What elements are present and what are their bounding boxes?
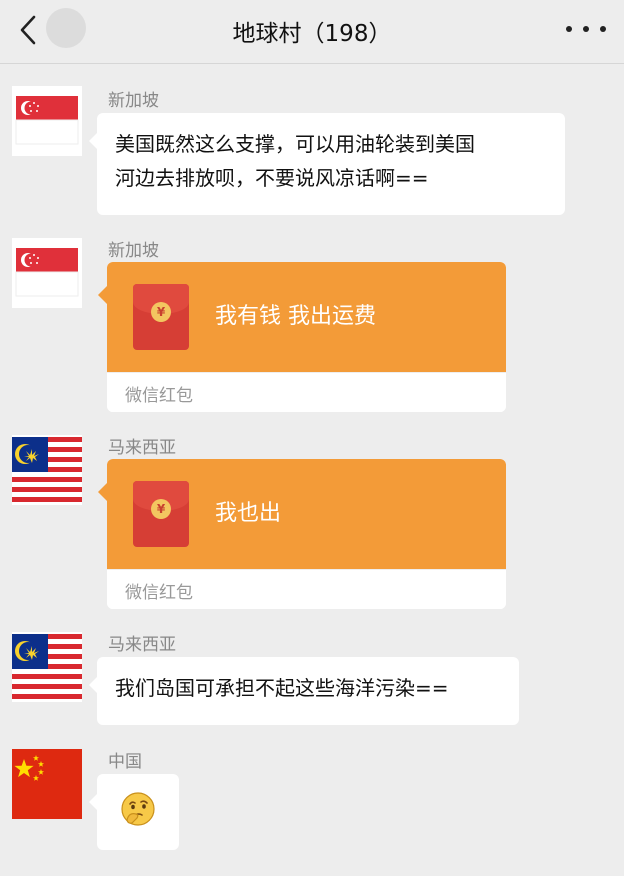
sender-name: 新加坡 [108, 91, 159, 111]
coin-icon: ¥ [151, 499, 171, 519]
emoji-message-bubble[interactable] [89, 774, 179, 850]
red-packet-footer: 微信红包 [107, 372, 506, 412]
red-packet-body: ¥ 我也出 [98, 459, 506, 569]
red-packet-message[interactable]: ¥ 我有钱 我出运费 微信红包 [98, 262, 506, 412]
message-text-line: 河边去排放呗，不要说风凉话啊== [115, 166, 429, 190]
red-packet-label: 微信红包 [125, 583, 193, 603]
red-packet-message[interactable]: ¥ 我也出 微信红包 [98, 459, 506, 609]
avatar-singapore-flag[interactable] [12, 86, 82, 156]
avatar-china-flag[interactable] [12, 749, 82, 819]
red-packet-footer: 微信红包 [107, 569, 506, 609]
message-text-line: 美国既然这么支撑，可以用油轮装到美国 [115, 132, 475, 156]
red-packet-text: 我有钱 我出运费 [215, 304, 376, 329]
text-message-bubble[interactable]: 我们岛国可承担不起这些海洋污染== [89, 657, 519, 725]
text-message-bubble[interactable]: 美国既然这么支撑，可以用油轮装到美国 河边去排放呗，不要说风凉话啊== [89, 113, 565, 215]
more-dots-icon [566, 26, 572, 32]
thinking-face-emoji-icon [121, 792, 155, 826]
red-envelope-icon: ¥ [133, 284, 189, 350]
chat-title: 地球村（198） [232, 21, 392, 47]
sender-name: 新加坡 [108, 241, 159, 261]
more-options-button[interactable] [566, 16, 606, 42]
sender-name: 中国 [108, 752, 142, 772]
sender-name: 马来西亚 [108, 438, 176, 458]
red-packet-text: 我也出 [215, 501, 282, 526]
coin-icon: ¥ [151, 302, 171, 322]
avatar-singapore-flag[interactable] [12, 238, 82, 308]
message-text: 我们岛国可承担不起这些海洋污染== [115, 676, 449, 700]
red-envelope-icon: ¥ [133, 481, 189, 547]
avatar-malaysia-flag[interactable] [12, 632, 82, 702]
red-packet-body: ¥ 我有钱 我出运费 [98, 262, 506, 372]
avatar-malaysia-flag[interactable] [12, 435, 82, 505]
sender-name: 马来西亚 [108, 635, 176, 655]
red-packet-label: 微信红包 [125, 386, 193, 406]
chat-header: 地球村（198） [0, 0, 624, 64]
